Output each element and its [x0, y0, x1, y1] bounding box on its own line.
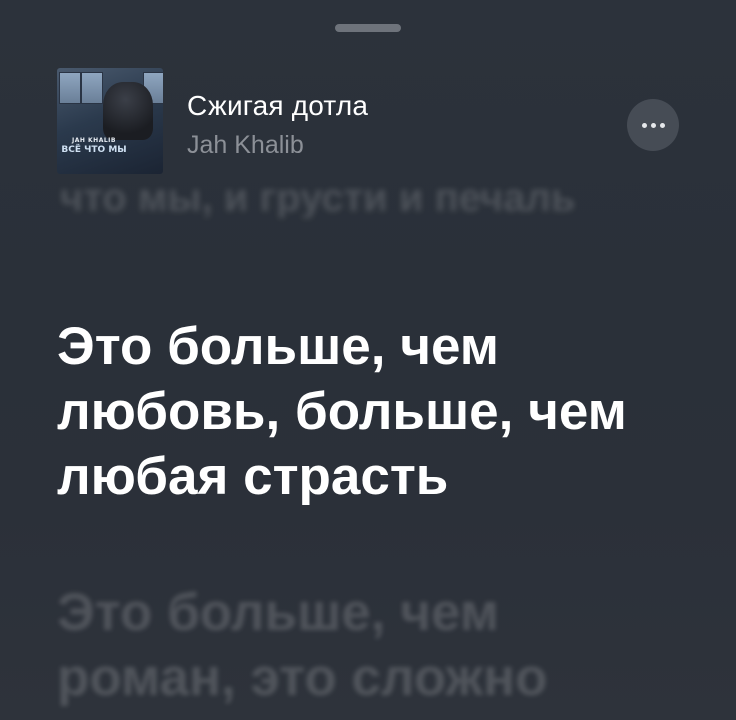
more-options-icon: [641, 122, 647, 128]
lyric-next-line: Это больше, чем: [57, 583, 499, 642]
lyric-current-line: Это больше, чем: [57, 317, 499, 376]
sheet-grabber-handle[interactable]: [335, 24, 401, 32]
cover-artist-text: JAH KHALIB: [72, 137, 116, 144]
lyric-previous-line[interactable]: что мы, и грусти и печаль: [60, 178, 680, 218]
track-artist[interactable]: Jah Khalib: [187, 130, 368, 160]
track-title[interactable]: Сжигая дотла: [187, 90, 368, 122]
cover-figure: [103, 82, 153, 140]
now-playing-header: JAH KHALIB ВСЁ ЧТО МЫ Сжигая дотла Jah K…: [57, 68, 697, 176]
cover-window-1: [59, 72, 81, 104]
lyric-current-line: любовь, больше, чем: [57, 382, 627, 441]
cover-window-2: [81, 72, 103, 104]
lyric-current-block[interactable]: Это больше, чем любовь, больше, чем люба…: [57, 314, 697, 509]
cover-lettering: JAH KHALIB ВСЁ ЧТО МЫ: [61, 138, 127, 155]
lyric-current-line: любая страсть: [57, 447, 449, 506]
more-options-button[interactable]: [627, 99, 679, 151]
track-meta: Сжигая дотла Jah Khalib: [187, 90, 368, 160]
album-cover[interactable]: JAH KHALIB ВСЁ ЧТО МЫ: [57, 68, 163, 174]
more-options-icon: [659, 122, 665, 128]
lyric-next-line: роман, это сложно: [57, 648, 548, 707]
lyric-next-block[interactable]: Это больше, чем роман, это сложно: [57, 580, 697, 710]
cover-album-text: ВСЁ ЧТО МЫ: [61, 145, 127, 155]
more-options-icon: [650, 122, 656, 128]
